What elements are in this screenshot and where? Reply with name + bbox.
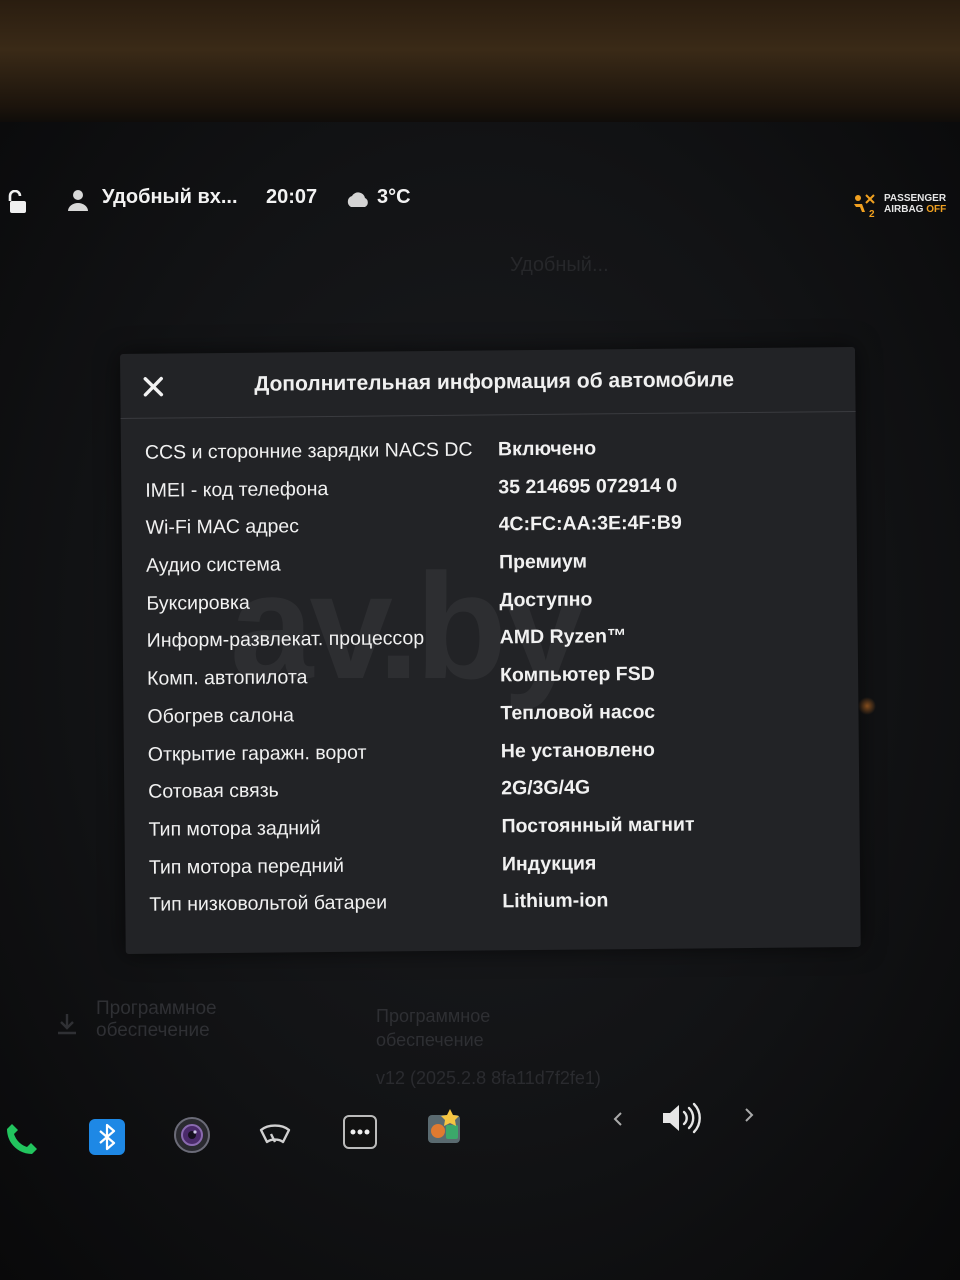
info-row: Сотовая связь 2G/3G/4G	[148, 774, 838, 818]
info-row: IMEI - код телефона 35 214695 072914 0	[145, 473, 835, 517]
info-row: Открытие гаражн. ворот Не установлено	[148, 737, 838, 781]
airbag-label: PASSENGER	[884, 193, 947, 204]
svg-text:2: 2	[869, 209, 875, 218]
row-value: Lithium-ion	[502, 889, 609, 913]
faded-profile-name: Удобный...	[510, 254, 609, 276]
row-label: IMEI - код телефона	[145, 477, 329, 502]
airbag-off-label: OFF	[926, 204, 947, 215]
row-value: 2G/3G/4G	[501, 776, 591, 800]
row-label: Тип мотора передний	[148, 854, 345, 879]
unlock-icon[interactable]	[8, 189, 30, 220]
temperature: 3°C	[377, 186, 411, 208]
chevron-right-icon[interactable]	[742, 1105, 756, 1130]
apps-icon[interactable]	[426, 1107, 464, 1150]
row-value: 35 214695 072914 0	[498, 474, 678, 499]
profile-icon[interactable]	[66, 188, 90, 218]
chevron-left-icon[interactable]	[611, 1109, 625, 1134]
camera-icon[interactable]	[174, 1117, 210, 1158]
faded-software-heading: Программное обеспечение	[376, 1006, 491, 1050]
faded-software-version: v12 (2025.2.8 8fa11d7f2fe1)	[376, 1068, 601, 1088]
bluetooth-icon[interactable]	[89, 1119, 125, 1160]
row-value: Включено	[497, 437, 597, 461]
wiper-icon[interactable]	[259, 1122, 291, 1153]
airbag-label-2: AIRBAG	[884, 204, 924, 215]
row-label: Сотовая связь	[148, 779, 279, 803]
watermark: av.by	[230, 542, 586, 710]
airbag-icon: 2	[850, 192, 880, 223]
row-value: 4C:FC:AA:3E:4F:B9	[498, 511, 682, 536]
close-icon[interactable]	[138, 372, 168, 402]
phone-icon[interactable]	[4, 1121, 40, 1162]
status-bar: Удобный вх... 20:07 3°C 2 PASSENGER AIRB…	[0, 180, 960, 224]
info-row: Тип низковольтой батареи Lithium-ion	[149, 887, 839, 931]
download-icon	[56, 1012, 78, 1041]
row-value: Не установлено	[500, 738, 655, 762]
bottom-dock	[0, 1095, 960, 1165]
row-label: Тип мотора задний	[148, 816, 321, 841]
room-background	[0, 0, 960, 125]
row-label: Открытие гаражн. ворот	[147, 741, 367, 766]
ambient-light-reflection	[858, 697, 876, 715]
row-label: CCS и сторонние зарядки NACS DC	[144, 438, 473, 464]
info-row: Тип мотора задний Постоянный магнит	[148, 812, 838, 856]
cloud-icon	[344, 189, 372, 215]
row-value: Постоянный магнит	[501, 813, 695, 838]
dialog-title: Дополнительная информация об автомобиле	[254, 368, 735, 396]
passenger-airbag-indicator: 2 PASSENGER AIRBAG OFF	[850, 192, 950, 222]
profile-name[interactable]: Удобный вх...	[102, 186, 238, 209]
row-label: Wi-Fi MAC адрес	[145, 515, 300, 540]
info-row: Тип мотора передний Индукция	[149, 850, 839, 894]
info-row: CCS и сторонние зарядки NACS DC Включено	[145, 435, 835, 479]
dialog-header: Дополнительная информация об автомобиле	[120, 346, 856, 419]
volume-icon[interactable]	[660, 1101, 704, 1140]
clock: 20:07	[266, 186, 318, 208]
row-label: Тип низковольтой батареи	[149, 891, 388, 916]
faded-software-menu-item: Программное обеспечение	[96, 998, 217, 1041]
more-icon[interactable]	[343, 1115, 377, 1154]
row-value: Индукция	[501, 852, 597, 875]
